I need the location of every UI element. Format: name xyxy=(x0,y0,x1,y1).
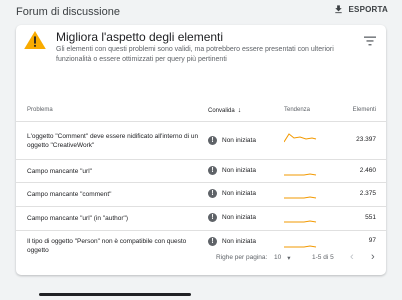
error-icon: ! xyxy=(208,136,217,145)
top-bar: Forum di discussione ESPORTA xyxy=(0,0,402,26)
rows-per-page-select[interactable]: 10 ▾ xyxy=(274,254,291,262)
items-count: 2.460 xyxy=(359,167,376,174)
divider xyxy=(16,182,386,183)
items-count: 97 xyxy=(368,237,376,244)
error-icon: ! xyxy=(208,237,217,246)
column-header-validation[interactable]: Convalida ↓ xyxy=(208,107,241,114)
status-label: Non iniziata xyxy=(222,137,256,144)
export-label: ESPORTA xyxy=(348,5,388,14)
page-range: 1-5 di 5 xyxy=(312,254,334,261)
divider xyxy=(16,159,386,160)
export-button[interactable]: ESPORTA xyxy=(333,4,388,15)
trend-sparkline xyxy=(284,165,320,179)
status-label: Non iniziata xyxy=(222,190,256,197)
items-count: 23.397 xyxy=(356,136,376,143)
column-header-validation-label: Convalida xyxy=(208,108,235,114)
status-label: Non iniziata xyxy=(222,238,256,245)
trend-sparkline xyxy=(284,188,320,202)
items-count: 2.375 xyxy=(359,190,376,197)
page-title: Forum di discussione xyxy=(16,6,120,18)
table-header: Problema Convalida ↓ Tendenza Elementi xyxy=(16,107,386,121)
status-cell: ! Non iniziata xyxy=(208,237,256,246)
arrow-down-icon: ↓ xyxy=(237,107,242,114)
table-row[interactable]: L'oggetto "Comment" deve essere nidifica… xyxy=(16,129,386,151)
status-cell: ! Non iniziata xyxy=(208,166,256,175)
chevron-left-icon[interactable]: ‹ xyxy=(350,251,354,263)
column-header-trend[interactable]: Tendenza xyxy=(284,107,310,113)
error-icon: ! xyxy=(208,189,217,198)
status-label: Non iniziata xyxy=(222,167,256,174)
status-cell: ! Non iniziata xyxy=(208,136,256,145)
dropdown-arrow-icon: ▾ xyxy=(287,255,291,262)
warning-icon xyxy=(24,31,46,49)
rows-per-page-value: 10 xyxy=(274,254,282,261)
issues-card: Migliora l'aspetto degli elementi Gli el… xyxy=(16,25,386,275)
divider xyxy=(16,121,386,122)
problem-cell: Campo mancante "url" xyxy=(27,168,92,175)
table-row[interactable]: Campo mancante "comment" ! Non iniziata 2… xyxy=(16,188,386,202)
divider xyxy=(16,206,386,207)
table-row[interactable]: Campo mancante "url" ! Non iniziata 2.460 xyxy=(16,165,386,179)
section-description: Gli elementi con questi problemi sono va… xyxy=(56,46,334,63)
error-icon: ! xyxy=(208,166,217,175)
table-row-spacer-18 xyxy=(16,211,386,233)
rows-per-page-label: Righe per pagina: xyxy=(216,254,268,261)
chevron-right-icon[interactable]: › xyxy=(371,251,375,263)
problem-cell: Campo mancante "comment" xyxy=(27,191,112,198)
home-indicator xyxy=(39,293,191,296)
pagination: Righe per pagina: 10 ▾ 1-5 di 5 ‹ › xyxy=(16,250,386,266)
filter-icon[interactable] xyxy=(364,36,376,46)
column-header-problem[interactable]: Problema xyxy=(27,107,53,113)
trend-sparkline xyxy=(284,131,320,145)
problem-cell: L'oggetto "Comment" deve essere nidifica… xyxy=(27,133,199,149)
trend-sparkline xyxy=(284,236,320,250)
section-heading: Migliora l'aspetto degli elementi xyxy=(56,30,224,44)
download-icon xyxy=(333,4,344,15)
status-cell: ! Non iniziata xyxy=(208,189,256,198)
column-header-items[interactable]: Elementi xyxy=(353,107,376,113)
